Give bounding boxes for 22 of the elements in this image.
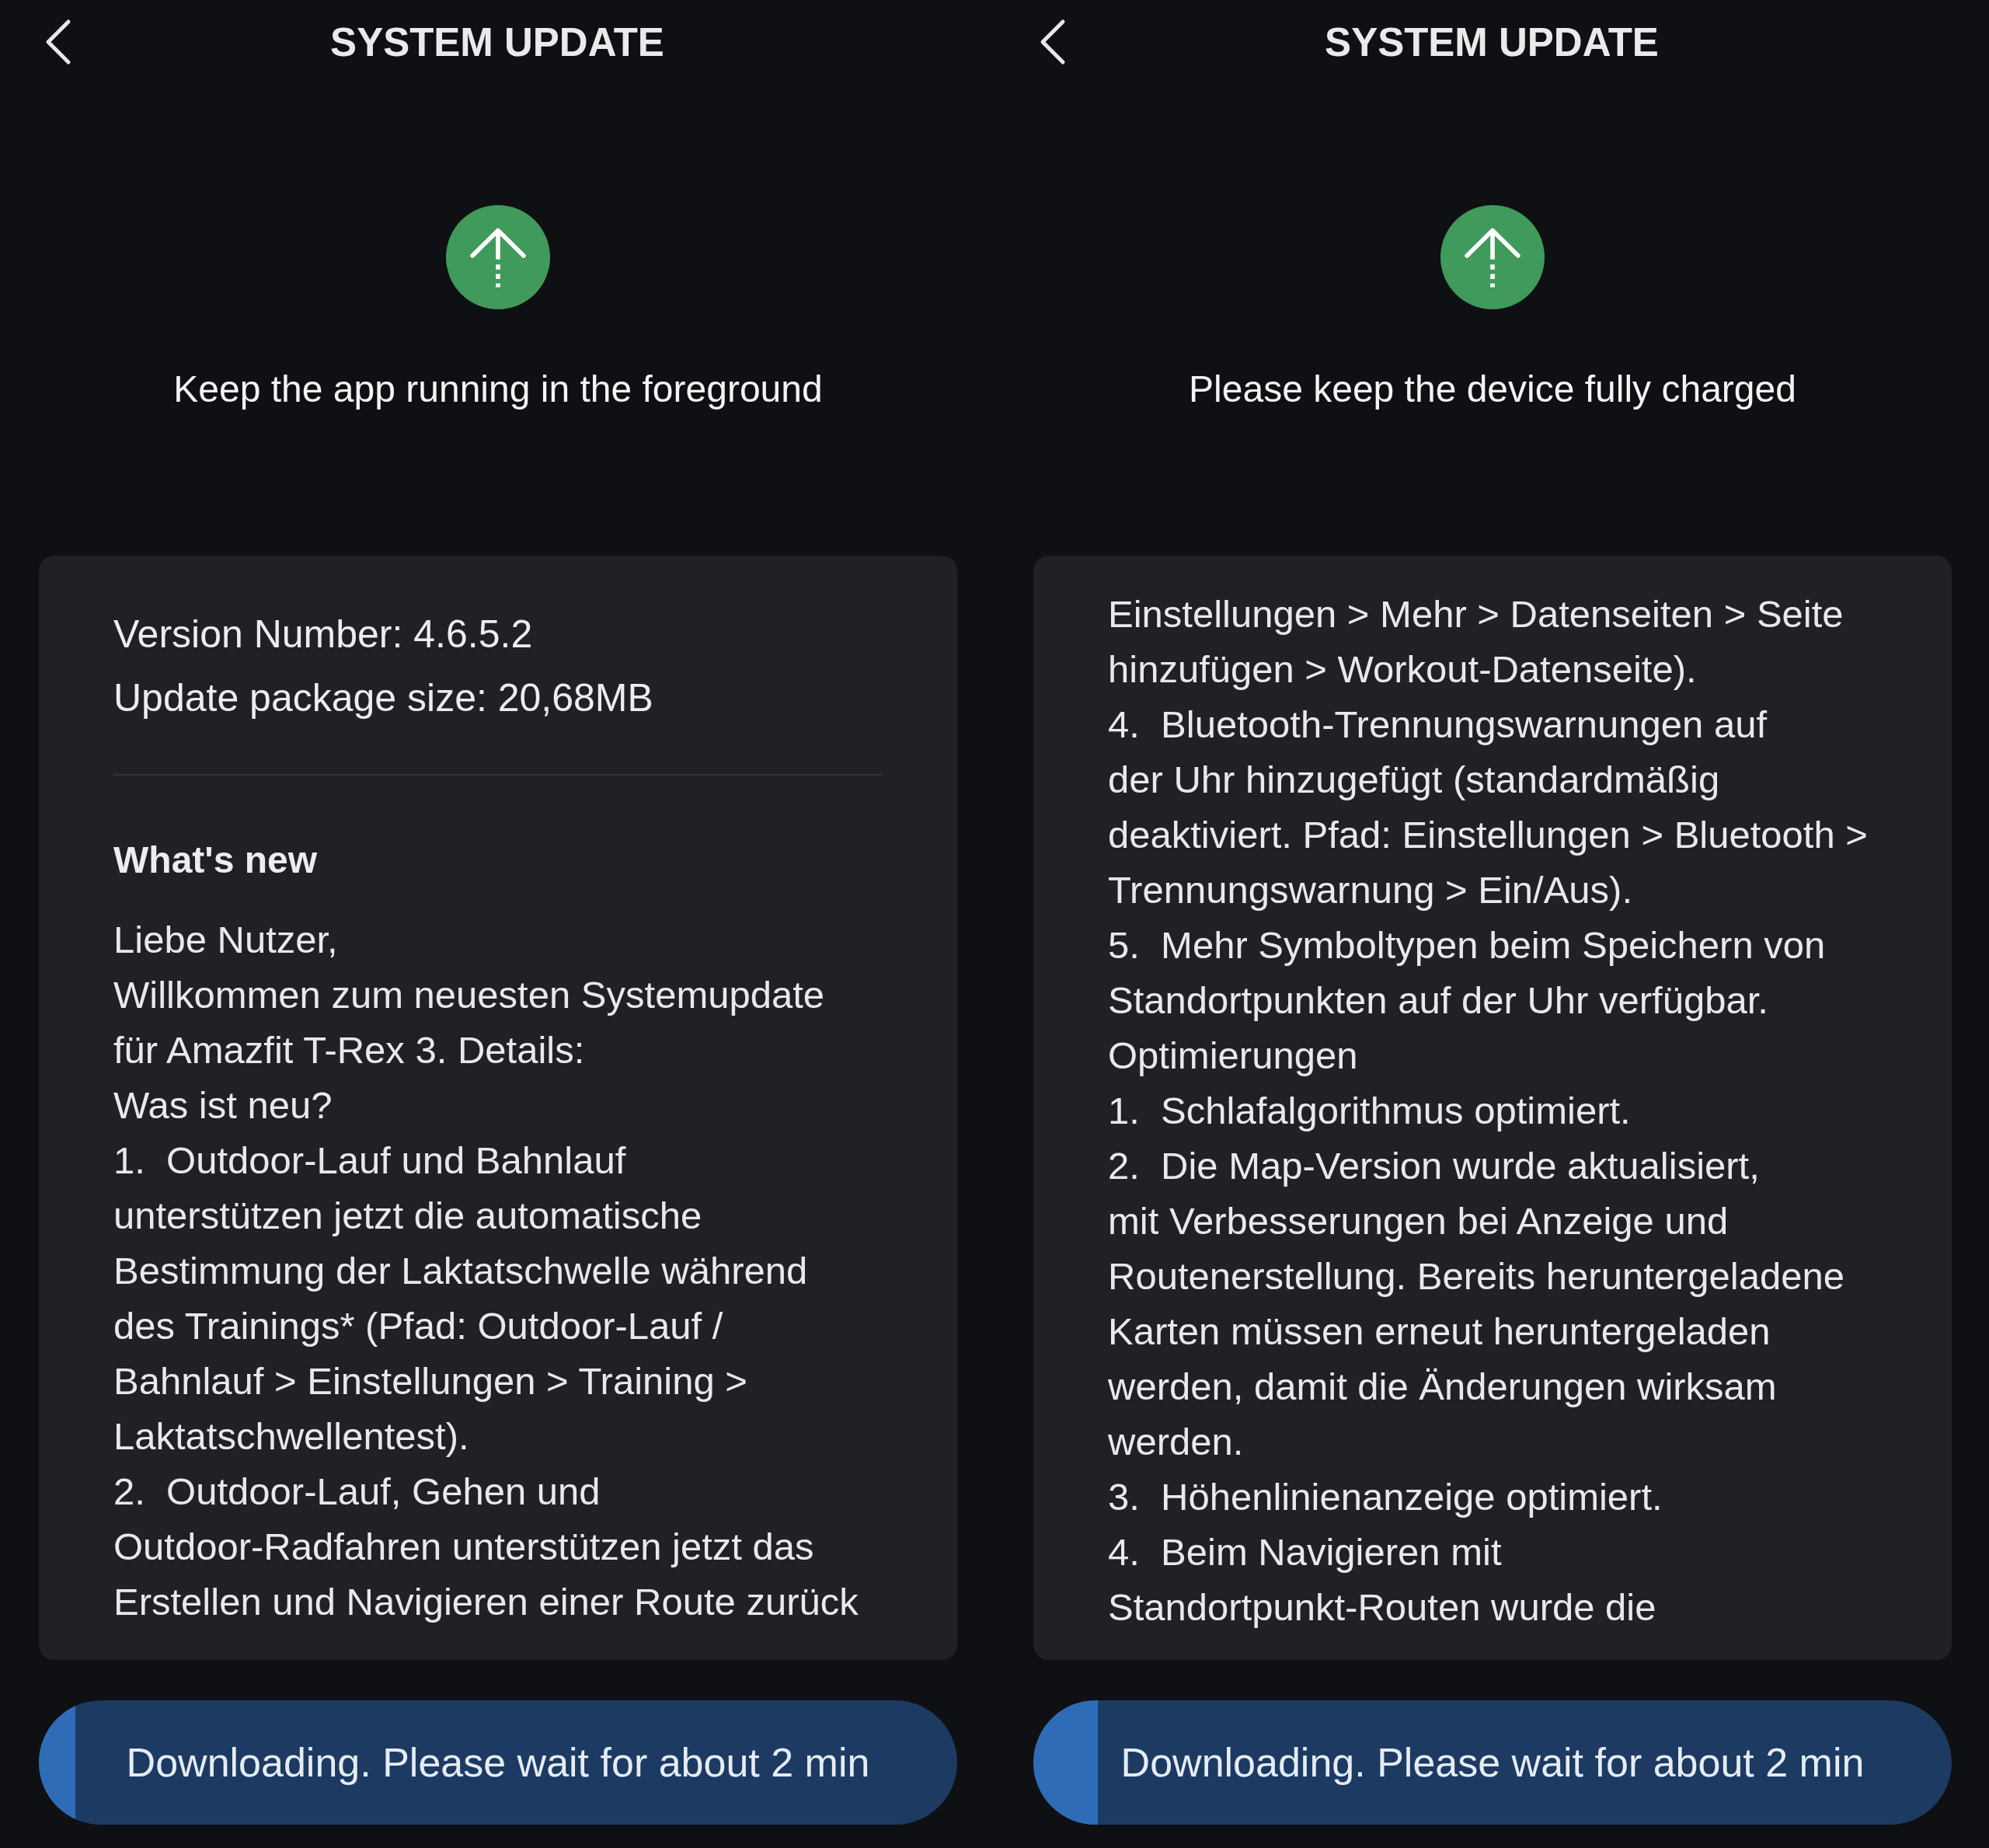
release-notes-paragraph: 4. Bluetooth-Trennungswarnungen auf der Uhr hinzugefügt (standardmäßig deaktiviert. Pfad: Einstellungen > Bluetooth > Trennungswarnung > Ein/Aus). — [1108, 703, 1868, 912]
release-notes-paragraph: 1. Schlafalgorithmus optimiert. — [1108, 1089, 1631, 1133]
screen-title: SYSTEM UPDATE — [330, 19, 664, 65]
package-size-text: Update package size: 20,68MB — [113, 675, 653, 721]
release-notes-paragraph: 1. Outdoor-Lauf und Bahnlauf unterstützen jetzt die automatische Bestimmung der Laktatschwelle während des Trainings* (Pfad: Outdoor-Lauf / Bahnlauf > Einstellungen > Training > Laktatschwellentest). — [113, 1138, 808, 1459]
release-notes-paragraph: 2. Outdoor-Lauf, Gehen und Outdoor-Radfahren unterstützen jetzt das Erstellen und Navigieren einer Route zurück — [113, 1470, 859, 1624]
version-number-text: Version Number: 4.6.5.2 — [113, 612, 533, 657]
release-notes-paragraph: Einstellungen > Mehr > Datenseiten > Seite hinzufügen > Workout-Datenseite). — [1108, 592, 1844, 692]
release-notes-paragraph: 2. Die Map-Version wurde aktualisiert, mit Verbesserungen bei Anzeige und Routenerstellung. Bereits heruntergeladene Karten müssen erneut heruntergeladen werden, damit die Änderungen wirksam werden. — [1108, 1144, 1844, 1464]
release-notes-paragraph: 4. Beim Navigieren mit Standortpunkt-Routen wurde die — [1108, 1530, 1656, 1630]
notice-text: Please keep the device fully charged — [1189, 368, 1796, 411]
release-notes-paragraph: Liebe Nutzer, — [113, 918, 338, 962]
whats-new-heading: What's new — [113, 839, 318, 882]
progress-label: Downloading. Please wait for about 2 min — [126, 1739, 870, 1786]
release-notes-paragraph: Willkommen zum neuesten Systemupdate für Amazfit T-Rex 3. Details: — [113, 973, 825, 1072]
notice-text: Keep the app running in the foreground — [173, 368, 823, 411]
release-notes-paragraph: Optimierungen — [1108, 1034, 1358, 1078]
release-notes-paragraph: 3. Höhenlinienanzeige optimiert. — [1108, 1475, 1663, 1519]
progress-label: Downloading. Please wait for about 2 min — [1120, 1739, 1865, 1786]
release-notes-paragraph: Was ist neu? — [113, 1083, 333, 1128]
release-notes-paragraph: 5. Mehr Symboltypen beim Speichern von Standortpunkten auf der Uhr verfügbar. — [1108, 923, 1826, 1023]
screen-title: SYSTEM UPDATE — [1325, 19, 1659, 65]
